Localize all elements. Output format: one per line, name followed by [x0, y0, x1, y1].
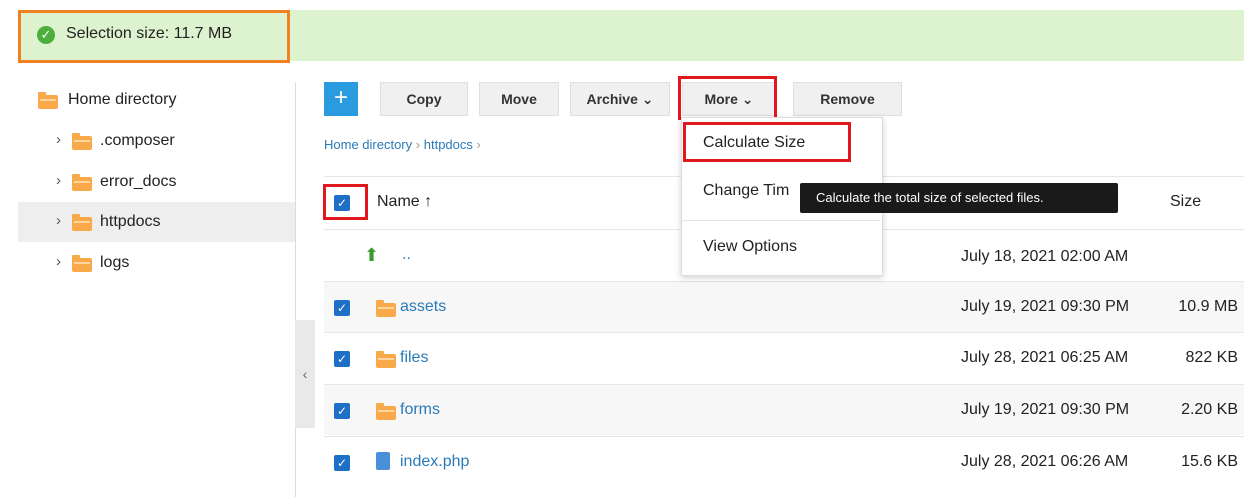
- tooltip: Calculate the total size of selected fil…: [800, 183, 1118, 213]
- sidebar-item-composer[interactable]: › .composer: [18, 121, 295, 161]
- file-size: 822 KB: [1185, 349, 1238, 366]
- sidebar-item-label: error_docs: [100, 173, 177, 190]
- breadcrumb: Home directory › httpdocs ›: [324, 137, 481, 152]
- file-size: 10.9 MB: [1178, 298, 1238, 315]
- move-button[interactable]: Move: [479, 82, 559, 116]
- more-highlight-box: [678, 76, 777, 120]
- folder-icon: [376, 300, 396, 317]
- collapse-sidebar-button[interactable]: ‹: [295, 320, 315, 428]
- sidebar-item-label: httpdocs: [100, 213, 161, 230]
- sidebar-item-logs[interactable]: › logs: [18, 243, 295, 283]
- table-row[interactable]: ✓ forms July 19, 2021 09:30 PM 2.20 KB: [324, 385, 1244, 435]
- check-circle-icon: ✓: [37, 26, 55, 44]
- sidebar-item-httpdocs[interactable]: › httpdocs: [18, 202, 295, 242]
- file-date: July 18, 2021 02:00 AM: [961, 248, 1129, 265]
- chevron-right-icon[interactable]: ›: [56, 131, 70, 148]
- table-row[interactable]: ✓ index.php July 28, 2021 06:26 AM 15.6 …: [324, 437, 1244, 487]
- archive-button[interactable]: Archive ⌄: [570, 82, 670, 116]
- up-arrow-icon: ⬆: [364, 245, 380, 265]
- folder-icon: [72, 174, 92, 191]
- select-all-highlight-box: [323, 184, 368, 220]
- selection-size-text: Selection size: 11.7 MB: [66, 25, 233, 42]
- file-name[interactable]: index.php: [400, 453, 469, 471]
- folder-icon: [376, 403, 396, 420]
- breadcrumb-home[interactable]: Home directory: [324, 137, 412, 152]
- copy-button[interactable]: Copy: [380, 82, 468, 116]
- row-checkbox[interactable]: ✓: [334, 403, 350, 419]
- sidebar-item-home-directory[interactable]: Home directory: [18, 80, 295, 120]
- folder-icon: [376, 351, 396, 368]
- sidebar-item-label: logs: [100, 254, 130, 271]
- table-row[interactable]: ✓ files July 28, 2021 06:25 AM 822 KB: [324, 333, 1244, 383]
- file-date: July 28, 2021 06:25 AM: [961, 349, 1129, 366]
- chevron-right-icon[interactable]: ›: [56, 172, 70, 189]
- breadcrumb-httpdocs[interactable]: httpdocs: [424, 137, 473, 152]
- sidebar-item-error-docs[interactable]: › error_docs: [18, 162, 295, 202]
- file-date: July 28, 2021 06:26 AM: [961, 453, 1129, 470]
- file-size: 2.20 KB: [1181, 401, 1238, 418]
- sidebar-item-label: .composer: [100, 132, 175, 149]
- file-size: 15.6 KB: [1181, 453, 1238, 470]
- menu-divider: [682, 220, 880, 221]
- file-date: July 19, 2021 09:30 PM: [961, 401, 1130, 418]
- chevron-right-icon[interactable]: ›: [56, 212, 70, 229]
- chevron-right-icon[interactable]: ›: [56, 253, 70, 270]
- folder-icon: [72, 133, 92, 150]
- file-name[interactable]: files: [400, 349, 428, 367]
- row-checkbox[interactable]: ✓: [334, 455, 350, 471]
- column-header-size[interactable]: Size: [1170, 193, 1201, 211]
- file-name[interactable]: assets: [400, 298, 446, 316]
- menu-item-change-time[interactable]: Change Tim: [703, 182, 789, 200]
- breadcrumb-separator: ›: [415, 137, 421, 152]
- calculate-size-highlight-box: [683, 122, 851, 162]
- sidebar-item-label: Home directory: [68, 91, 177, 108]
- add-button[interactable]: +: [324, 82, 358, 116]
- menu-item-view-options[interactable]: View Options: [703, 238, 797, 256]
- column-header-name[interactable]: Name ↑: [377, 193, 432, 211]
- row-checkbox[interactable]: ✓: [334, 300, 350, 316]
- folder-icon: [72, 255, 92, 272]
- breadcrumb-separator: ›: [476, 137, 481, 152]
- php-file-icon: [376, 452, 390, 470]
- remove-button[interactable]: Remove: [793, 82, 902, 116]
- row-checkbox[interactable]: ✓: [334, 351, 350, 367]
- file-date: July 19, 2021 09:30 PM: [961, 298, 1130, 315]
- file-name[interactable]: forms: [400, 401, 440, 419]
- sidebar-divider: [295, 82, 296, 497]
- table-row[interactable]: ✓ assets July 19, 2021 09:30 PM 10.9 MB: [324, 282, 1244, 332]
- folder-icon: [38, 92, 58, 109]
- folder-icon: [72, 214, 92, 231]
- chevron-left-icon: ‹: [302, 366, 308, 382]
- file-name[interactable]: ..: [402, 246, 411, 264]
